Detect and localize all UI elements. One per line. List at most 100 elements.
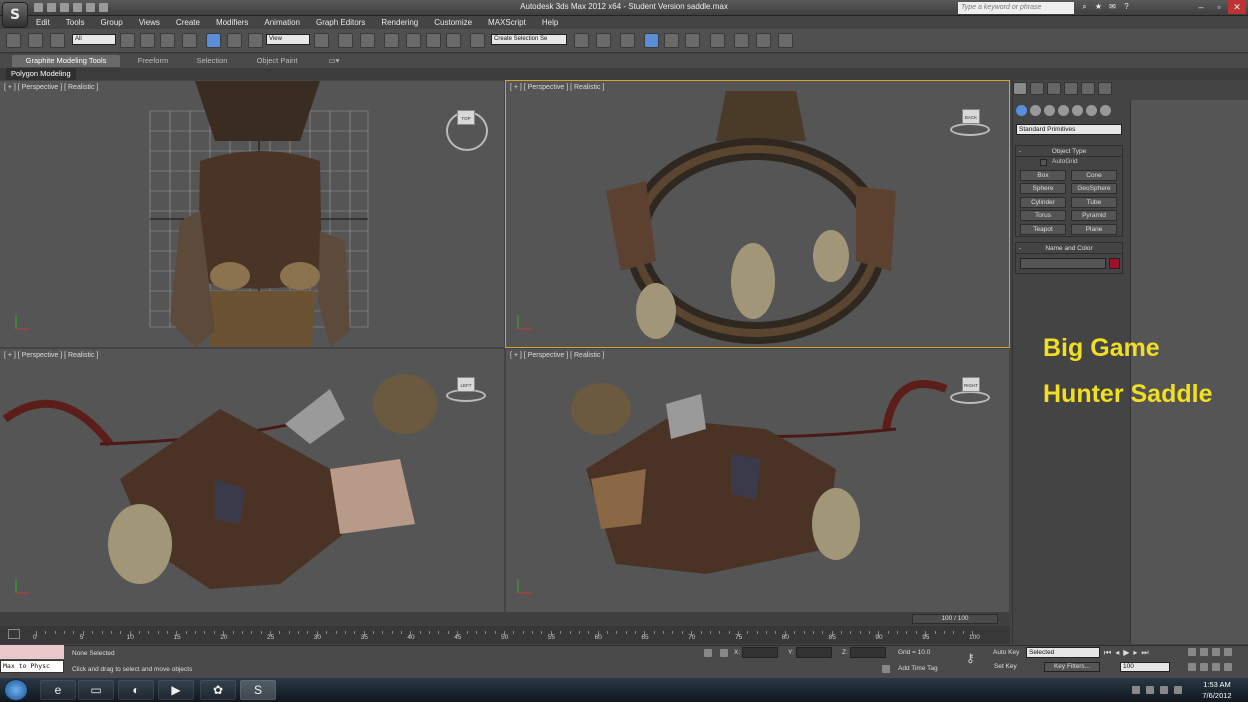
viewport-top-left[interactable]: [ + ] [ Perspective ] [ Realistic ] TOP (0, 81, 504, 347)
set-key-icon[interactable]: ⚷ (966, 651, 975, 665)
maxscript-mini-listener[interactable] (0, 645, 64, 659)
link-icon[interactable] (6, 33, 21, 48)
torus-button[interactable]: Torus (1020, 210, 1066, 221)
material-editor-icon[interactable] (710, 33, 725, 48)
cylinder-button[interactable]: Cylinder (1020, 197, 1066, 208)
lights-icon[interactable] (1044, 105, 1055, 116)
field-of-view-icon[interactable] (1188, 663, 1196, 671)
auto-key-button[interactable]: Auto Key (993, 649, 1019, 656)
rendered-frame-window-icon[interactable] (756, 33, 771, 48)
time-tag-icon[interactable] (882, 665, 890, 673)
viewport-top-right[interactable]: [ + ] [ Perspective ] [ Realistic ] BACK (505, 80, 1010, 348)
select-and-move-icon[interactable] (206, 33, 221, 48)
systems-icon[interactable] (1100, 105, 1111, 116)
hierarchy-tab-icon[interactable] (1047, 82, 1061, 95)
menu-group[interactable]: Group (92, 16, 130, 29)
cone-button[interactable]: Cone (1071, 170, 1117, 181)
go-to-end-icon[interactable]: ⏭ (1141, 648, 1148, 658)
media-player-icon[interactable]: ▶ (158, 680, 194, 700)
zoom-extents-all-icon[interactable] (1224, 648, 1232, 656)
select-and-rotate-icon[interactable] (227, 33, 242, 48)
edit-named-selection-icon[interactable] (470, 33, 485, 48)
box-button[interactable]: Box (1020, 170, 1066, 181)
zoom-extents-icon[interactable] (1212, 648, 1220, 656)
communication-icon[interactable]: ✉ (1108, 2, 1117, 12)
menu-edit[interactable]: Edit (28, 16, 58, 29)
menu-modifiers[interactable]: Modifiers (208, 16, 256, 29)
render-setup-icon[interactable] (734, 33, 749, 48)
reference-coordinate-dropdown[interactable]: View (266, 34, 310, 45)
unlink-icon[interactable] (28, 33, 43, 48)
next-frame-icon[interactable]: ▸ (1133, 648, 1137, 658)
select-by-name-icon[interactable] (140, 33, 155, 48)
minimize-button[interactable]: – (1192, 0, 1210, 14)
primitive-category-dropdown[interactable]: Standard Primitives (1016, 124, 1122, 135)
3ds-max-taskbar-icon[interactable]: S (240, 680, 276, 700)
schematic-view-icon[interactable] (685, 33, 700, 48)
file-explorer-icon[interactable]: ▭ (78, 680, 114, 700)
object-color-swatch[interactable] (1109, 258, 1120, 269)
modify-tab-icon[interactable] (1030, 82, 1044, 95)
maximize-viewport-icon[interactable] (1224, 663, 1232, 671)
help-icon[interactable]: ? (1122, 2, 1131, 12)
application-button[interactable]: S (2, 2, 28, 28)
menu-tools[interactable]: Tools (58, 16, 93, 29)
add-time-tag[interactable]: Add Time Tag (898, 665, 938, 672)
pyramid-button[interactable]: Pyramid (1071, 210, 1117, 221)
track-bar[interactable]: 0 5 10 15 20 25 30 35 40 45 50 55 60 65 70 75 80 85 90 95 10… (0, 626, 1010, 644)
tab-graphite-modeling-tools[interactable]: Graphite Modeling Tools (12, 55, 120, 67)
set-key-button[interactable]: Set Key (994, 663, 1017, 670)
snaps-toggle-icon[interactable] (384, 33, 399, 48)
polygon-modeling-panel[interactable]: Polygon Modeling (6, 68, 76, 80)
media-center-icon[interactable]: ◐ (118, 680, 154, 700)
geometry-icon[interactable] (1016, 105, 1027, 116)
menu-views[interactable]: Views (131, 16, 168, 29)
curve-editor-icon[interactable] (664, 33, 679, 48)
graphite-toggle-icon[interactable] (644, 33, 659, 48)
maxscript-listener-input[interactable]: Max to Physc (0, 660, 64, 673)
menu-graph-editors[interactable]: Graph Editors (308, 16, 373, 29)
pivot-center-icon[interactable] (314, 33, 329, 48)
viewcube[interactable]: BACK (962, 109, 980, 124)
subscription-icon[interactable]: ★ (1094, 2, 1103, 12)
power-icon[interactable] (1160, 686, 1168, 694)
percent-snap-icon[interactable] (426, 33, 441, 48)
selection-filter-dropdown[interactable]: All (72, 34, 116, 45)
object-type-header[interactable]: Object Type (1016, 146, 1122, 157)
key-filters-button[interactable]: Key Filters... (1044, 662, 1100, 672)
create-tab-icon[interactable] (1013, 82, 1027, 95)
viewcube[interactable]: LEFT (457, 377, 475, 392)
rectangular-selection-icon[interactable] (160, 33, 175, 48)
utilities-tab-icon[interactable] (1098, 82, 1112, 95)
play-icon[interactable]: ▶ (1123, 648, 1129, 658)
zoom-icon[interactable] (1188, 648, 1196, 656)
helpers-icon[interactable] (1072, 105, 1083, 116)
paint-app-icon[interactable]: ✿ (200, 680, 236, 700)
z-coordinate-field[interactable] (850, 647, 886, 658)
tube-button[interactable]: Tube (1071, 197, 1117, 208)
keyboard-shortcut-override-icon[interactable] (360, 33, 375, 48)
autogrid-checkbox[interactable] (1040, 159, 1047, 166)
spinner-snap-icon[interactable] (446, 33, 461, 48)
menu-help[interactable]: Help (534, 16, 566, 29)
search-input[interactable]: Type a keyword or phrase (958, 2, 1074, 14)
named-selection-sets-dropdown[interactable]: Create Selection Se (491, 34, 567, 45)
key-mode-dropdown[interactable]: Selected (1026, 647, 1100, 658)
select-and-scale-icon[interactable] (248, 33, 263, 48)
zoom-all-icon[interactable] (1200, 648, 1208, 656)
space-warps-icon[interactable] (1086, 105, 1097, 116)
menu-rendering[interactable]: Rendering (373, 16, 426, 29)
clock-date[interactable]: 7/6/2012 (1196, 691, 1238, 700)
absolute-mode-icon[interactable] (720, 649, 728, 657)
start-button[interactable] (4, 679, 28, 701)
window-crossing-icon[interactable] (182, 33, 197, 48)
cameras-icon[interactable] (1058, 105, 1069, 116)
sphere-button[interactable]: Sphere (1020, 183, 1066, 194)
viewcube[interactable]: RIGHT (962, 377, 980, 392)
close-button[interactable]: ✕ (1228, 0, 1246, 14)
render-production-icon[interactable] (778, 33, 793, 48)
menu-animation[interactable]: Animation (256, 16, 308, 29)
align-icon[interactable] (596, 33, 611, 48)
go-to-start-icon[interactable]: ⏮ (1104, 648, 1111, 658)
pan-icon[interactable] (1200, 663, 1208, 671)
